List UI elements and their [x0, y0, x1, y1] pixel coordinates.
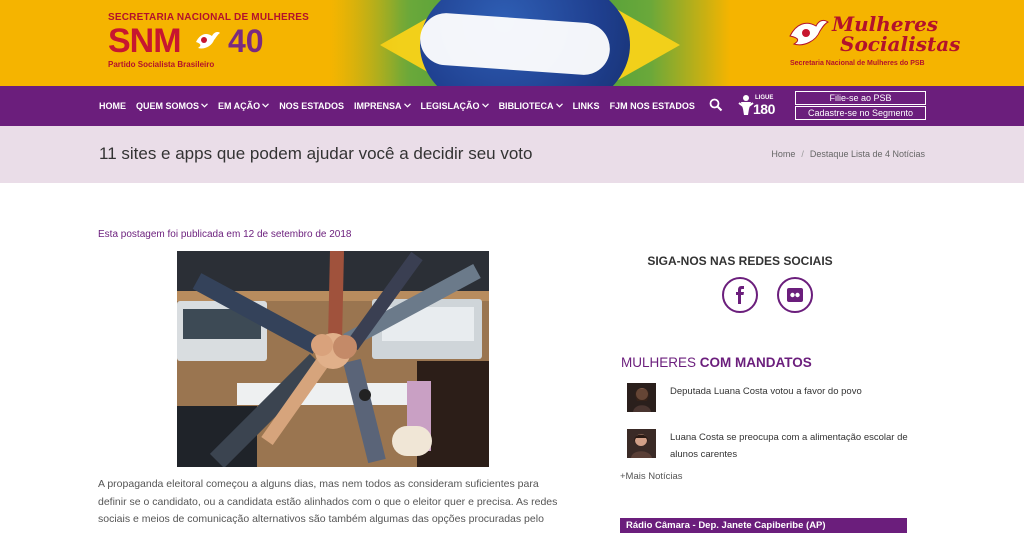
nav-item-label: HOME — [99, 101, 126, 111]
breadcrumb-current: Destaque Lista de 4 Notícias — [809, 149, 925, 159]
search-icon[interactable] — [709, 98, 723, 112]
ms-logo-title: Mulheres — [832, 12, 939, 36]
nav-menu: HOME QUEM SOMOS EM AÇÃO NOS ESTADOS IMPRENSA… — [99, 86, 705, 126]
nav-item-label: LEGISLAÇÃO — [420, 101, 480, 111]
main-nav: HOME QUEM SOMOS EM AÇÃO NOS ESTADOS IMPRENSA… — [0, 86, 1024, 126]
mandatos-title: MULHERES COM MANDATOS — [621, 355, 812, 370]
snm-logo-number: 40 — [228, 23, 264, 59]
news-thumbnail[interactable] — [627, 429, 656, 458]
nav-item-links[interactable]: LINKS — [573, 101, 600, 111]
nav-item-label: EM AÇÃO — [218, 101, 261, 111]
breadcrumb: Home / Destaque Lista de 4 Notícias — [771, 149, 925, 159]
post-body: A propaganda eleitoral começou a alguns … — [98, 478, 558, 525]
mulheres-socialistas-logo[interactable]: Mulheres Socialistas Secretaria Nacional… — [786, 12, 960, 74]
nav-item-home[interactable]: HOME — [99, 101, 126, 111]
dove-icon — [192, 28, 222, 54]
snm-logo[interactable]: SECRETARIA NACIONAL DE MULHERES SNM 40 P… — [108, 12, 309, 74]
dove-icon — [786, 14, 830, 54]
breadcrumb-home[interactable]: Home — [771, 149, 795, 159]
cadastre-se-button[interactable]: Cadastre-se no Segmento — [795, 106, 926, 120]
page-title: 11 sites e apps que podem ajudar você a … — [99, 144, 533, 163]
page-title-bar: 11 sites e apps que podem ajudar você a … — [0, 126, 1024, 183]
mandatos-title-prefix: MULHERES — [621, 355, 697, 370]
nav-item-label: NOS ESTADOS — [279, 101, 345, 111]
nav-item-label: LINKS — [572, 101, 600, 111]
news-title[interactable]: Luana Costa se preocupa com a alimentaçã… — [670, 429, 910, 463]
chevron-down-icon — [481, 102, 489, 110]
news-thumbnail[interactable] — [627, 383, 656, 412]
chevron-down-icon — [403, 102, 411, 110]
more-news-link[interactable]: +Mais Notícias — [620, 471, 683, 482]
follow-title: SIGA-NOS NAS REDES SOCIAIS — [647, 254, 833, 268]
news-title[interactable]: Deputada Luana Costa votou a favor do po… — [670, 383, 910, 400]
flickr-icon[interactable] — [777, 277, 813, 313]
person-icon — [738, 94, 754, 121]
mandatos-title-bold: COM MANDATOS — [699, 355, 812, 370]
radio-camara-bar[interactable]: Rádio Câmara - Dep. Janete Capiberibe (A… — [620, 518, 907, 533]
nav-item-legisla-o[interactable]: LEGISLAÇÃO — [421, 101, 489, 111]
nav-item-biblioteca[interactable]: BIBLIOTECA — [499, 101, 563, 111]
breadcrumb-separator: / — [801, 149, 804, 159]
header-banner: SECRETARIA NACIONAL DE MULHERES SNM 40 P… — [0, 0, 1024, 86]
facebook-icon[interactable] — [722, 277, 758, 313]
ligue-180-logo[interactable]: LIGUE 180 — [738, 92, 782, 120]
nav-item-label: FJM NOS ESTADOS — [609, 101, 695, 111]
chevron-down-icon — [555, 102, 563, 110]
chevron-down-icon — [262, 102, 270, 110]
nav-item-quem-somos[interactable]: QUEM SOMOS — [136, 101, 208, 111]
snm-logo-main: SNM — [108, 22, 182, 60]
filie-se-button[interactable]: Filie-se ao PSB — [795, 91, 926, 105]
ms-logo-title: Socialistas — [840, 32, 961, 56]
publish-date: Esta postagem foi publicada em 12 de set… — [98, 229, 352, 240]
nav-item-label: IMPRENSA — [354, 101, 402, 111]
chevron-down-icon — [201, 102, 208, 110]
nav-item-fjm-nos-estados[interactable]: FJM NOS ESTADOS — [610, 101, 695, 111]
nav-item-label: BIBLIOTECA — [498, 101, 554, 111]
snm-logo-sub: Partido Socialista Brasileiro — [108, 60, 215, 69]
post-image — [177, 251, 489, 467]
nav-item-imprensa[interactable]: IMPRENSA — [354, 101, 411, 111]
ms-logo-sub: Secretaria Nacional de Mulheres do PSB — [790, 60, 925, 67]
nav-item-em-a-o[interactable]: EM AÇÃO — [218, 101, 270, 111]
ligue-number: 180 — [753, 101, 775, 117]
nav-item-label: QUEM SOMOS — [136, 101, 200, 111]
nav-item-nos-estados[interactable]: NOS ESTADOS — [279, 101, 344, 111]
